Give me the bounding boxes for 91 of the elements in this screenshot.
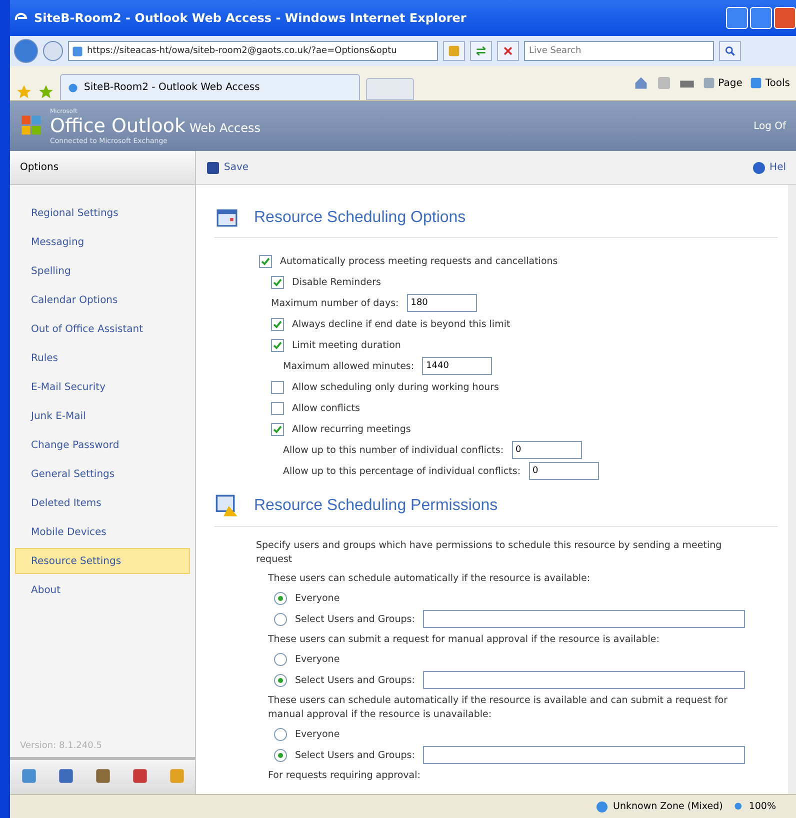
radio-button[interactable]	[274, 592, 287, 604]
sidebar-item[interactable]: Change Password	[15, 432, 190, 458]
zone-label: Unknown Zone (Mixed)	[595, 800, 723, 814]
calendar-icon	[214, 207, 240, 229]
sidebar-item[interactable]: Rules	[15, 345, 190, 371]
maximize-button[interactable]	[750, 7, 772, 29]
checkbox[interactable]	[271, 338, 284, 352]
window-title: SiteB-Room2 - Outlook Web Access - Windows Internet Explorer	[34, 11, 466, 25]
sidebar-item[interactable]: General Settings	[15, 461, 190, 487]
address-field[interactable]: https://siteacas-ht/owa/siteb-room2@gaots.co.uk/?ae=Options&optu	[68, 41, 438, 61]
home-icon	[633, 75, 650, 91]
checkbox-label: Allow recurring meetings	[292, 424, 411, 434]
sidebar-item[interactable]: Regional Settings	[15, 200, 190, 226]
radio-button[interactable]	[274, 612, 287, 626]
save-button[interactable]: Save	[202, 158, 253, 176]
minimize-button[interactable]	[726, 7, 748, 29]
checkbox[interactable]	[271, 422, 284, 436]
close-icon	[502, 45, 514, 57]
checkbox[interactable]	[271, 276, 284, 288]
checkbox-label: Allow scheduling only during working hours	[292, 382, 500, 392]
checkbox-label: Automatically process meeting requests and cancellations	[280, 256, 558, 266]
product-name: Web Access	[189, 120, 261, 134]
checkbox-label: Allow conflicts	[292, 402, 360, 414]
refresh-button[interactable]	[470, 41, 492, 61]
star-icon	[16, 84, 32, 100]
close-button[interactable]	[774, 7, 796, 29]
users-field[interactable]	[422, 610, 745, 628]
calendar-lock-icon	[214, 494, 240, 518]
sidebar-item[interactable]: Messaging	[15, 229, 190, 255]
sidebar-item[interactable]: E-Mail Security	[15, 374, 190, 400]
radio-button[interactable]	[274, 652, 287, 666]
section-title: Resource Scheduling Options	[254, 209, 466, 227]
sidebar-item[interactable]: Spelling	[15, 258, 190, 284]
search-icon	[724, 45, 736, 57]
command-button[interactable]: Tools	[750, 77, 790, 89]
field-label: Maximum allowed minutes:	[283, 360, 414, 372]
stop-button[interactable]	[497, 41, 519, 61]
sidebar-item[interactable]: Deleted Items	[15, 490, 190, 516]
input-field[interactable]: 1440	[422, 357, 492, 375]
radio-label: Select Users and Groups:	[295, 750, 415, 760]
section-title: Resource Scheduling Permissions	[254, 497, 498, 515]
group-prompt: For requests requiring approval:	[268, 769, 422, 783]
radio-label: Select Users and Groups:	[295, 674, 415, 686]
brand-name: Office Outlook	[50, 114, 186, 136]
group-prompt: These users can schedule automatically if the resource is available and can submit a request for manual approval if the resource is unavailable:	[268, 694, 728, 722]
users-field[interactable]	[422, 671, 745, 689]
star-plus-icon	[38, 84, 54, 100]
field-label: Maximum number of days:	[271, 298, 399, 308]
field-label: Allow up to this number of individual conflicts:	[283, 444, 504, 456]
log-off-link[interactable]: Log Of	[754, 120, 786, 132]
checkbox[interactable]	[271, 318, 284, 330]
help-button[interactable]: Hel	[748, 158, 790, 176]
sidebar-item[interactable]: About	[15, 577, 190, 603]
group-prompt: These users can submit a request for manual approval if the resource is available:	[268, 633, 660, 647]
input-field[interactable]: 0	[528, 462, 599, 480]
description-text: Specify users and groups which have permissions to schedule this resource by sending a meeting request	[256, 539, 723, 567]
sidebar-item[interactable]: Resource Settings	[15, 548, 190, 574]
zoom-label[interactable]: 100%	[732, 800, 776, 812]
checkbox[interactable]	[271, 402, 284, 414]
search-button[interactable]	[719, 41, 741, 61]
radio-button[interactable]	[274, 674, 287, 686]
sidebar-item[interactable]: Junk E-Mail	[15, 403, 190, 429]
search-field[interactable]: Live Search	[524, 41, 714, 61]
help-icon	[752, 160, 766, 174]
input-field[interactable]: 0	[512, 441, 582, 459]
command-button[interactable]: Page	[703, 77, 742, 89]
group-prompt: These users can schedule automatically if the resource is available:	[268, 572, 592, 586]
checkbox[interactable]	[271, 380, 284, 394]
radio-label: Everyone	[295, 728, 340, 740]
sidebar-item[interactable]: Calendar Options	[15, 287, 190, 313]
users-field[interactable]	[422, 746, 745, 764]
forward-button[interactable]	[43, 41, 63, 61]
version-label: Version: 8.1.240.5	[19, 741, 103, 753]
back-button[interactable]	[14, 39, 38, 63]
field-label: Allow up to this percentage of individual conflicts:	[283, 466, 521, 476]
radio-button[interactable]	[274, 748, 287, 762]
checkbox[interactable]	[259, 254, 272, 268]
arrows-icon	[475, 45, 487, 57]
checkbox-label: Limit meeting duration	[292, 340, 401, 350]
radio-label: Everyone	[295, 592, 340, 604]
radio-label: Select Users and Groups:	[295, 614, 415, 624]
radio-label: Everyone	[295, 654, 340, 664]
radio-button[interactable]	[274, 728, 287, 740]
checkbox-label: Always decline if end date is beyond this limit	[292, 318, 510, 330]
browser-logo-icon	[67, 82, 79, 94]
sidebar-item[interactable]: Out of Office Assistant	[15, 316, 190, 342]
sidebar-item[interactable]: Mobile Devices	[15, 519, 190, 545]
sidebar-title: Options	[10, 151, 195, 185]
input-field[interactable]: 180	[406, 294, 477, 312]
browser-tab[interactable]: SiteB-Room2 - Outlook Web Access	[60, 74, 360, 100]
checkbox-label: Disable Reminders	[292, 276, 381, 288]
